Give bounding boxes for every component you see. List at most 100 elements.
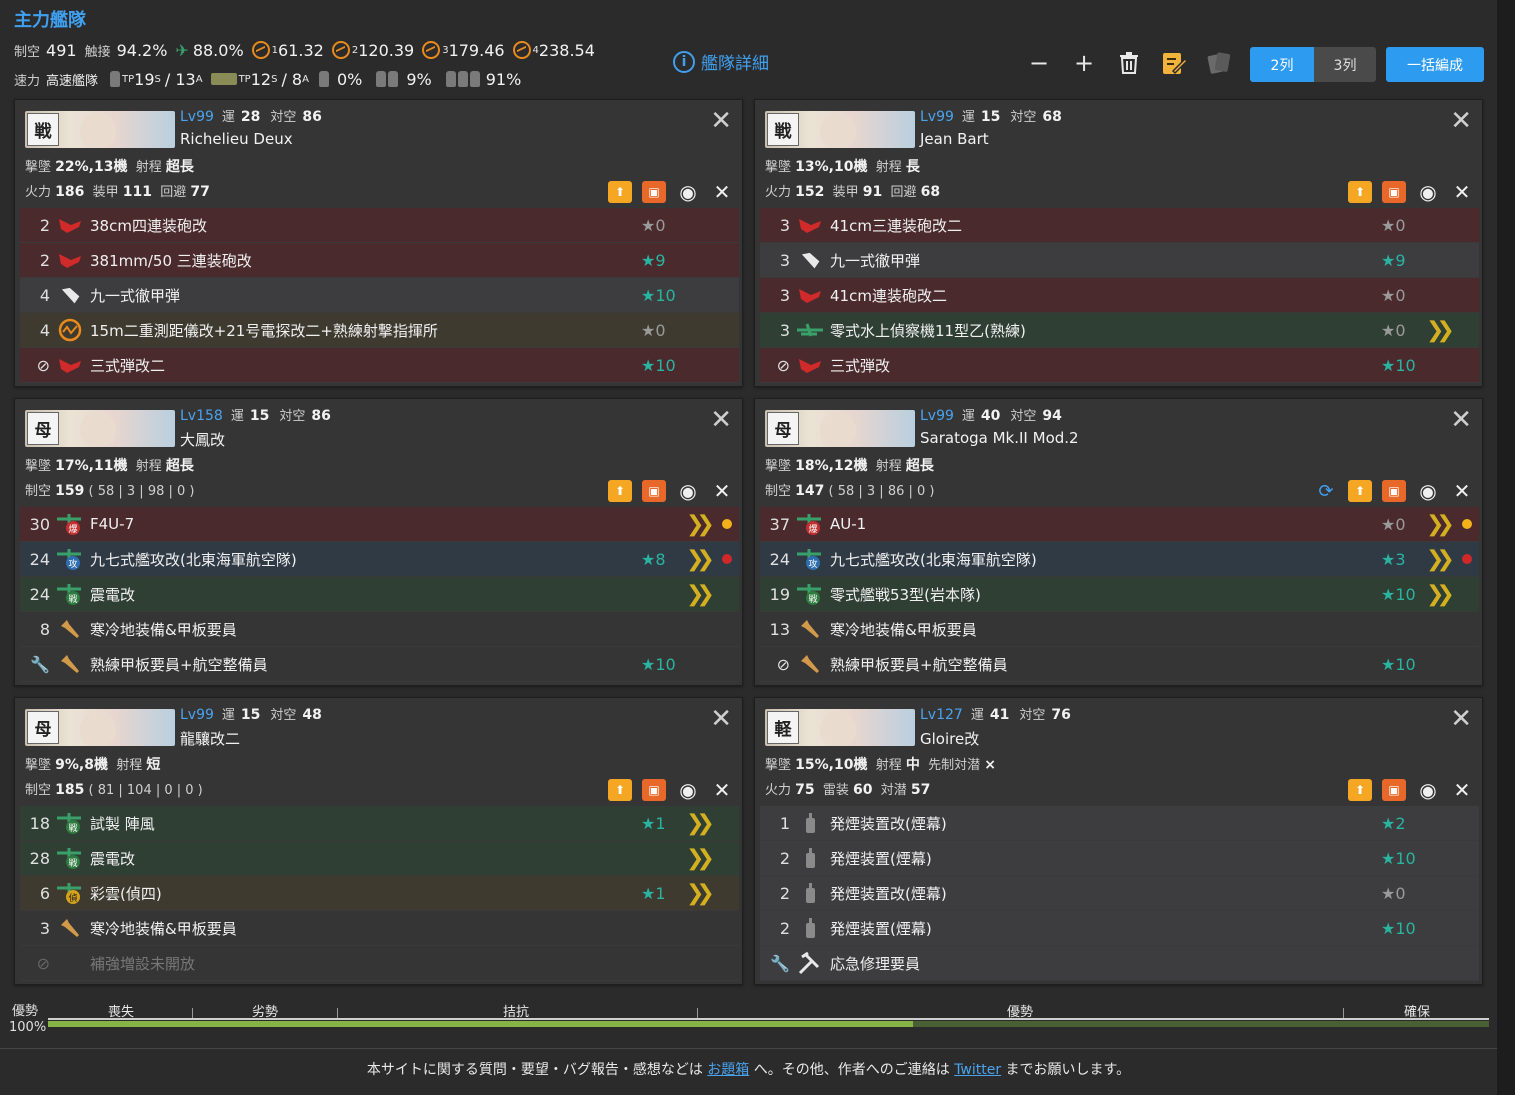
upload-icon[interactable]: ⬆ — [608, 181, 632, 203]
equipment-slot[interactable]: 3 零式水上偵察機11型乙(熟練) ★0 ❯❯ — [760, 313, 1479, 348]
equipment-slot[interactable]: 2 発煙装置改(煙幕) ★0 — [760, 876, 1479, 911]
eye-icon[interactable]: ◉ — [1416, 180, 1440, 204]
equipment-slot[interactable]: 24 攻九七式艦攻改(北東海軍航空隊) ★3 ❯❯ — [760, 542, 1479, 577]
briefcase-icon[interactable]: ▣ — [1382, 181, 1406, 203]
equipment-slot[interactable]: 3 41cm三連装砲改二 ★0 — [760, 208, 1479, 243]
briefcase-icon[interactable]: ▣ — [1382, 480, 1406, 502]
equipment-name: 寒冷地装備&甲板要員 — [90, 919, 237, 938]
eye-icon[interactable]: ◉ — [676, 180, 700, 204]
eye-icon[interactable]: ◉ — [676, 479, 700, 503]
equipment-slot[interactable]: ⊘ 補強増設未開放 — [20, 946, 739, 981]
scrollbar[interactable] — [1497, 0, 1515, 1095]
upload-icon[interactable]: ⬆ — [608, 480, 632, 502]
equipment-slot[interactable]: 28 戦 震電改 ❯❯ — [20, 841, 739, 876]
col3-button[interactable]: 3列 — [1314, 47, 1376, 82]
equipment-slot[interactable]: 19 戦零式艦戦53型(岩本隊) ★10 ❯❯ — [760, 577, 1479, 612]
ship-banner[interactable]: 軽 — [765, 709, 915, 746]
proficiency-chevron-icon: ❯❯ — [1426, 546, 1455, 572]
remove-icon[interactable]: ✕ — [1450, 778, 1474, 802]
edit-note-icon[interactable] — [1159, 48, 1189, 78]
equipment-slot[interactable]: ⊘ 三式弾改二 ★10 — [20, 348, 739, 383]
equipment-slot[interactable]: 3 寒冷地装備&甲板要員 — [20, 911, 739, 946]
equipment-slot[interactable]: 24 攻九七式艦攻改(北東海軍航空隊) ★8 ❯❯ — [20, 542, 739, 577]
equipment-slot[interactable]: 🔧 熟練甲板要員+航空整備員 ★10 — [20, 647, 739, 682]
ship-name[interactable]: Gloire改 — [920, 728, 979, 749]
equipment-slot[interactable]: 4 15m二重測距儀改+21号電探改二+熟練射撃指揮所 ★0 — [20, 313, 739, 348]
briefcase-icon[interactable]: ▣ — [642, 181, 666, 203]
equipment-slot[interactable]: 4 九一式徹甲弾 ★10 — [20, 278, 739, 313]
equipment-slot[interactable]: 1 発煙装置改(煙幕) ★2 — [760, 806, 1479, 841]
equipment-slot[interactable]: 24 戦 震電改 ❯❯ — [20, 577, 739, 612]
ship-header: Lv99 運 15 対空 48 — [180, 704, 332, 723]
remove-icon[interactable]: ✕ — [710, 479, 734, 503]
equipment-slot[interactable]: 37 爆 AU-1 ★0 ❯❯ — [760, 507, 1479, 542]
remove-icon[interactable]: ✕ — [710, 180, 734, 204]
equipment-slot[interactable]: 13 寒冷地装備&甲板要員 — [760, 612, 1479, 647]
zoom-out-button[interactable]: − — [1024, 48, 1054, 78]
close-icon[interactable]: ✕ — [710, 407, 732, 433]
close-icon[interactable]: ✕ — [710, 706, 732, 732]
ship-name[interactable]: 大鳳改 — [180, 429, 225, 450]
aa-label: 対空 — [270, 708, 297, 723]
slot-count: 3 — [779, 285, 790, 305]
aa-label: 対空 — [279, 409, 306, 424]
equipment-slot[interactable]: 3 九一式徹甲弾 ★9 — [760, 243, 1479, 278]
luck-value: 15 — [249, 408, 270, 424]
equipment-slot[interactable]: 2 381mm/50 三連装砲改 ★9 — [20, 243, 739, 278]
ship-banner[interactable]: 戦 — [765, 111, 915, 148]
proficiency-chevron-icon: ❯❯ — [686, 581, 715, 607]
ship-banner[interactable]: 母 — [25, 410, 175, 447]
upload-icon[interactable]: ⬆ — [608, 779, 632, 801]
ship-stat-text: 短 — [146, 757, 161, 773]
remove-icon[interactable]: ✕ — [1450, 479, 1474, 503]
equipment-slot[interactable]: 6 偵彩雲(偵四) ★1 ❯❯ — [20, 876, 739, 911]
bulk-edit-button[interactable]: 一括編成 — [1386, 47, 1484, 82]
ship-name[interactable]: 龍驤改二 — [180, 728, 240, 749]
upload-icon[interactable]: ⬆ — [1348, 779, 1372, 801]
upload-icon[interactable]: ⬆ — [1348, 181, 1372, 203]
zoom-in-button[interactable]: + — [1069, 48, 1099, 78]
swap-icon[interactable]: ⟳ — [1314, 480, 1338, 502]
ship-banner[interactable]: 母 — [765, 410, 915, 447]
ship-banner[interactable]: 母 — [25, 709, 175, 746]
contact-label: 触接 — [84, 44, 111, 60]
ship-name[interactable]: Richelieu Deux — [180, 130, 293, 148]
odaibako-link[interactable]: お題箱 — [707, 1062, 749, 1078]
equipment-slot[interactable]: 🔧 応急修理要員 — [760, 946, 1479, 981]
briefcase-icon[interactable]: ▣ — [1382, 779, 1406, 801]
ship-stat-text: 撃墜 — [765, 459, 796, 474]
cards-icon[interactable] — [1204, 48, 1234, 78]
eye-icon[interactable]: ◉ — [1416, 778, 1440, 802]
briefcase-icon[interactable]: ▣ — [642, 779, 666, 801]
equipment-slot[interactable]: ⊘ 三式弾改 ★10 — [760, 348, 1479, 383]
equipment-slot[interactable]: 18 戦試製 陣風 ★1 ❯❯ — [20, 806, 739, 841]
close-icon[interactable]: ✕ — [710, 108, 732, 134]
trash-icon[interactable] — [1114, 48, 1144, 78]
slot-count: 2 — [779, 848, 790, 868]
fleet-detail-link[interactable]: i 艦隊詳細 — [673, 49, 769, 74]
briefcase-icon[interactable]: ▣ — [642, 480, 666, 502]
equipment-slot[interactable]: 30 爆 F4U-7 ❯❯ — [20, 507, 739, 542]
close-icon[interactable]: ✕ — [1450, 407, 1472, 433]
col2-button[interactable]: 2列 — [1250, 47, 1314, 82]
equipment-slot[interactable]: 2 38cm四連装砲改 ★0 — [20, 208, 739, 243]
equipment-slot[interactable]: 8 寒冷地装備&甲板要員 — [20, 612, 739, 647]
remove-icon[interactable]: ✕ — [1450, 180, 1474, 204]
equipment-slot[interactable]: 2 発煙装置(煙幕) ★10 — [760, 841, 1479, 876]
twitter-link[interactable]: Twitter — [954, 1062, 1001, 1078]
smoke1-value: 0% — [336, 69, 363, 89]
repair-crew-icon — [790, 951, 830, 975]
equipment-slot[interactable]: ⊘ 熟練甲板要員+航空整備員 ★10 — [760, 647, 1479, 682]
remove-icon[interactable]: ✕ — [710, 778, 734, 802]
luck-value: 40 — [980, 408, 1001, 424]
upload-icon[interactable]: ⬆ — [1348, 480, 1372, 502]
eye-icon[interactable]: ◉ — [676, 778, 700, 802]
equipment-slot[interactable]: 3 41cm連装砲改二 ★0 — [760, 278, 1479, 313]
close-icon[interactable]: ✕ — [1450, 108, 1472, 134]
equipment-slot[interactable]: 2 発煙装置(煙幕) ★10 — [760, 911, 1479, 946]
eye-icon[interactable]: ◉ — [1416, 479, 1440, 503]
ship-name[interactable]: Jean Bart — [920, 130, 989, 148]
ship-banner[interactable]: 戦 — [25, 111, 175, 148]
ship-name[interactable]: Saratoga Mk.II Mod.2 — [920, 429, 1079, 447]
close-icon[interactable]: ✕ — [1450, 706, 1472, 732]
